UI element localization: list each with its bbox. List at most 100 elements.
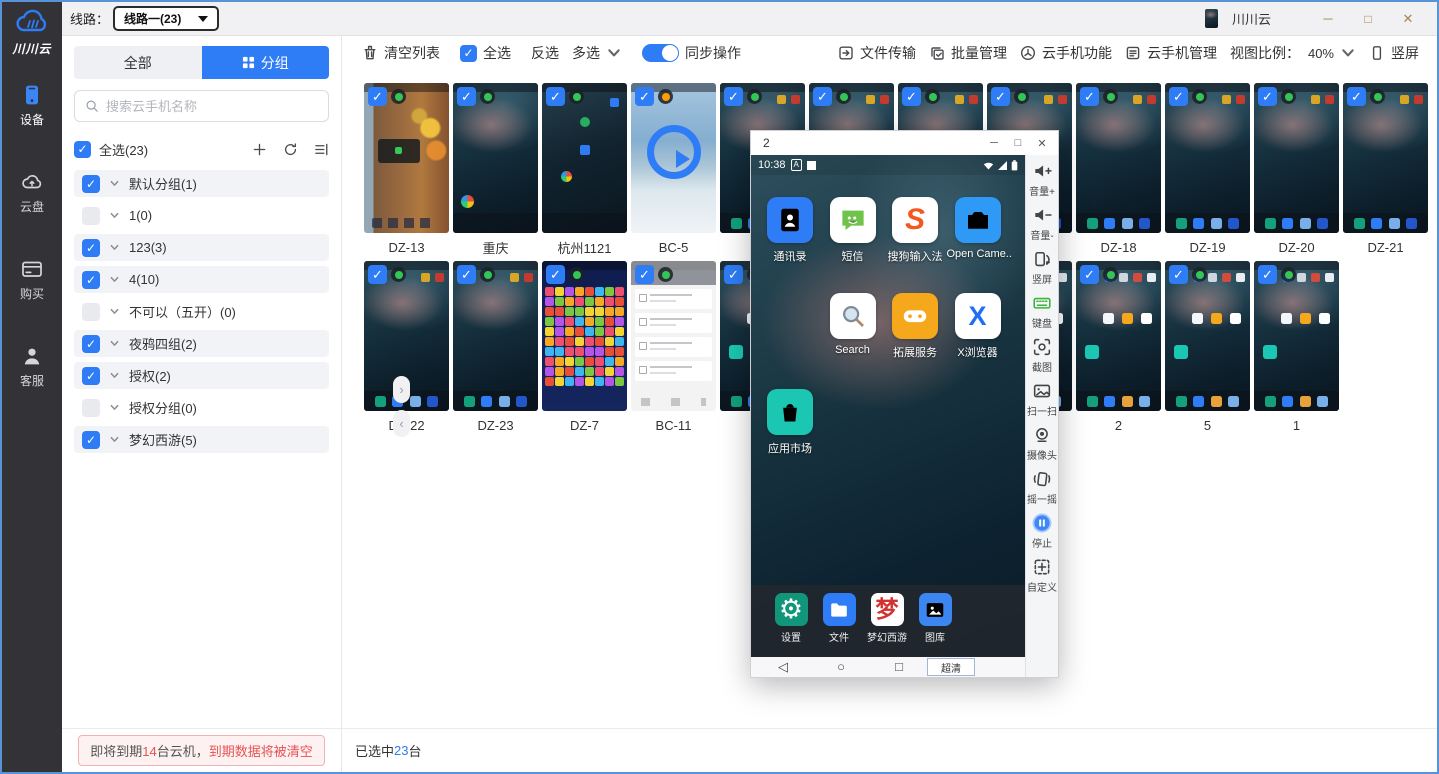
tab-group[interactable]: 分组 [202,46,330,79]
device-checkbox[interactable] [1169,87,1188,106]
group-item[interactable]: 夜鸦四组(2) [74,330,329,357]
device-card[interactable]: 5 [1165,261,1250,439]
device-card[interactable]: DZ-7 [542,261,627,439]
phone-tool-crop[interactable]: 截图 [1032,336,1052,380]
phone-app-xletter[interactable]: XX浏览器 [947,293,1009,360]
group-item[interactable]: 不可以（五开）(0) [74,298,329,325]
batch-manage-button[interactable]: 批量管理 [929,43,1007,63]
device-checkbox[interactable] [457,265,476,284]
add-group-icon[interactable] [252,142,267,157]
group-item[interactable]: 4(10) [74,266,329,293]
view-ratio-selector[interactable]: 视图比例： 40% [1230,43,1356,63]
dock-app-gear[interactable]: ⚙设置 [767,593,815,657]
device-thumbnail[interactable] [542,261,627,411]
tab-all[interactable]: 全部 [74,46,202,79]
phone-tool-rotate[interactable]: 竖屏 [1032,248,1052,292]
phone-tool-vol-down[interactable]: 音量- [1030,204,1053,248]
sidebar-item-device[interactable]: 设备 [20,83,44,128]
device-checkbox[interactable] [368,265,387,284]
sidebar-item-service[interactable]: 客服 [20,344,44,389]
device-card[interactable]: DZ-18 [1076,83,1161,261]
dock-app-gallery[interactable]: 图库 [911,593,959,657]
quality-selector[interactable]: 超清 [927,658,975,676]
phone-app-market[interactable]: 应用市场 [759,389,821,456]
phone-tool-stop[interactable]: 停止 [1032,512,1052,556]
device-thumbnail[interactable] [631,83,716,233]
dock-app-mhxy[interactable]: 梦梦幻西游 [863,593,911,657]
device-card[interactable]: DZ-19 [1165,83,1250,261]
device-card[interactable]: 1 [1254,261,1339,439]
phone-tool-vol-up[interactable]: 音量+ [1029,160,1055,204]
cloud-functions-button[interactable]: 云手机功能 [1020,43,1112,63]
device-checkbox[interactable] [1347,87,1366,106]
device-checkbox[interactable] [1080,87,1099,106]
chevron-down-icon[interactable] [109,178,120,189]
phone-app-camera[interactable]: Open Came.. [947,197,1009,260]
device-thumbnail[interactable] [1254,83,1339,233]
group-checkbox[interactable] [82,271,100,289]
device-checkbox[interactable] [1258,265,1277,284]
group-item[interactable]: 123(3) [74,234,329,261]
device-thumbnail[interactable] [1076,261,1161,411]
phone-tool-keyboard[interactable]: 键盘 [1032,292,1052,336]
device-checkbox[interactable] [724,265,743,284]
panel-expand-handle[interactable]: › [393,376,410,403]
device-card[interactable]: BC-11 [631,261,716,439]
collapse-list-icon[interactable] [314,142,329,157]
chevron-down-icon[interactable] [109,274,120,285]
device-checkbox[interactable] [546,87,565,106]
line-selector[interactable]: 线路一(23) [113,6,219,31]
phone-tool-scan[interactable]: 扫一扫 [1027,380,1057,424]
group-checkbox[interactable] [82,207,100,225]
nav-recent-button[interactable]: □ [889,657,909,677]
phone-close-button[interactable]: ✕ [1030,137,1054,150]
sync-toggle-switch[interactable] [642,44,679,62]
device-thumbnail[interactable] [1165,83,1250,233]
device-thumbnail[interactable] [364,83,449,233]
phone-window-titlebar[interactable]: 2 ─ □ ✕ [751,131,1058,155]
device-checkbox[interactable] [635,265,654,284]
phone-app-magnifier[interactable]: Search [822,293,884,356]
device-thumbnail[interactable] [453,83,538,233]
group-checkbox[interactable] [82,399,100,417]
clear-list-button[interactable]: 清空列表 [362,43,440,63]
chevron-down-icon[interactable] [109,306,120,317]
device-thumbnail[interactable] [1165,261,1250,411]
cloud-manage-button[interactable]: 云手机管理 [1125,43,1217,63]
chevron-down-icon[interactable] [109,434,120,445]
device-card[interactable]: DZ-20 [1254,83,1339,261]
phone-maximize-button[interactable]: □ [1006,137,1030,150]
device-checkbox[interactable] [546,265,565,284]
chevron-down-icon[interactable] [109,402,120,413]
refresh-icon[interactable] [283,142,298,157]
sidebar-item-clouddisk[interactable]: 云盘 [20,170,44,215]
chevron-down-icon[interactable] [109,210,120,221]
phone-minimize-button[interactable]: ─ [982,137,1006,150]
invert-select-button[interactable]: 反选 [531,43,559,63]
chevron-down-icon[interactable] [109,338,120,349]
file-transfer-button[interactable]: 文件传输 [838,43,916,63]
group-item[interactable]: 梦幻西游(5) [74,426,329,453]
search-input[interactable] [106,99,318,114]
toolbar-select-all-checkbox[interactable] [460,45,477,62]
device-thumbnail[interactable] [542,83,627,233]
select-all-toggle[interactable]: 全选 [460,43,511,63]
minimize-button[interactable]: ─ [1315,11,1341,26]
device-card[interactable]: DZ-23 [453,261,538,439]
select-all-checkbox[interactable] [74,141,91,158]
phone-app-sms[interactable]: 短信 [822,197,884,264]
device-checkbox[interactable] [368,87,387,106]
group-item[interactable]: 授权分组(0) [74,394,329,421]
device-card[interactable]: 2 [1076,261,1161,439]
device-card[interactable]: DZ-21 [1343,83,1428,261]
group-checkbox[interactable] [82,431,100,449]
group-item[interactable]: 授权(2) [74,362,329,389]
device-card[interactable]: 重庆 [453,83,538,261]
device-thumbnail[interactable] [453,261,538,411]
group-checkbox[interactable] [82,175,100,193]
group-item[interactable]: 默认分组(1) [74,170,329,197]
group-checkbox[interactable] [82,367,100,385]
phone-app-gamepad[interactable]: 拓展服务 [884,293,946,360]
device-card[interactable]: 杭州1121 [542,83,627,261]
group-checkbox[interactable] [82,239,100,257]
